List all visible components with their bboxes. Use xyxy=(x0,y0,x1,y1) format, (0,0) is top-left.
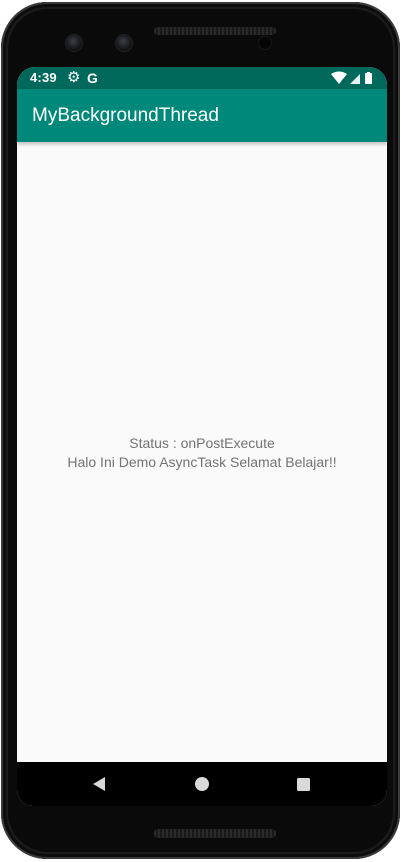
home-icon[interactable] xyxy=(187,772,217,796)
back-icon[interactable] xyxy=(84,772,114,796)
emulator-frame: 4:39 ⚙ G MyBackgroundThread Status : onP… xyxy=(0,0,403,862)
front-camera-right xyxy=(116,35,132,51)
recents-icon[interactable] xyxy=(288,772,318,796)
gear-icon: ⚙ xyxy=(67,69,81,86)
bottom-speaker xyxy=(154,829,276,838)
status-bar: 4:39 ⚙ G xyxy=(17,67,387,89)
battery-icon xyxy=(365,72,372,84)
navigation-bar xyxy=(17,762,387,806)
app-bar: MyBackgroundThread xyxy=(17,89,387,142)
main-content: Status : onPostExecute Halo Ini Demo Asy… xyxy=(17,142,387,762)
wifi-icon xyxy=(331,71,347,85)
front-camera-left xyxy=(66,35,82,51)
signal-icon xyxy=(350,74,360,84)
message-text: Halo Ini Demo AsyncTask Selamat Belajar!… xyxy=(67,454,337,470)
device-screen: 4:39 ⚙ G MyBackgroundThread Status : onP… xyxy=(17,67,387,806)
status-text: Status : onPostExecute xyxy=(129,435,275,451)
status-indicators xyxy=(331,71,372,85)
google-g-icon: G xyxy=(87,70,98,86)
proximity-sensor xyxy=(259,37,271,49)
status-time: 4:39 xyxy=(30,70,57,85)
earpiece-speaker xyxy=(154,27,276,35)
app-title: MyBackgroundThread xyxy=(32,105,219,126)
